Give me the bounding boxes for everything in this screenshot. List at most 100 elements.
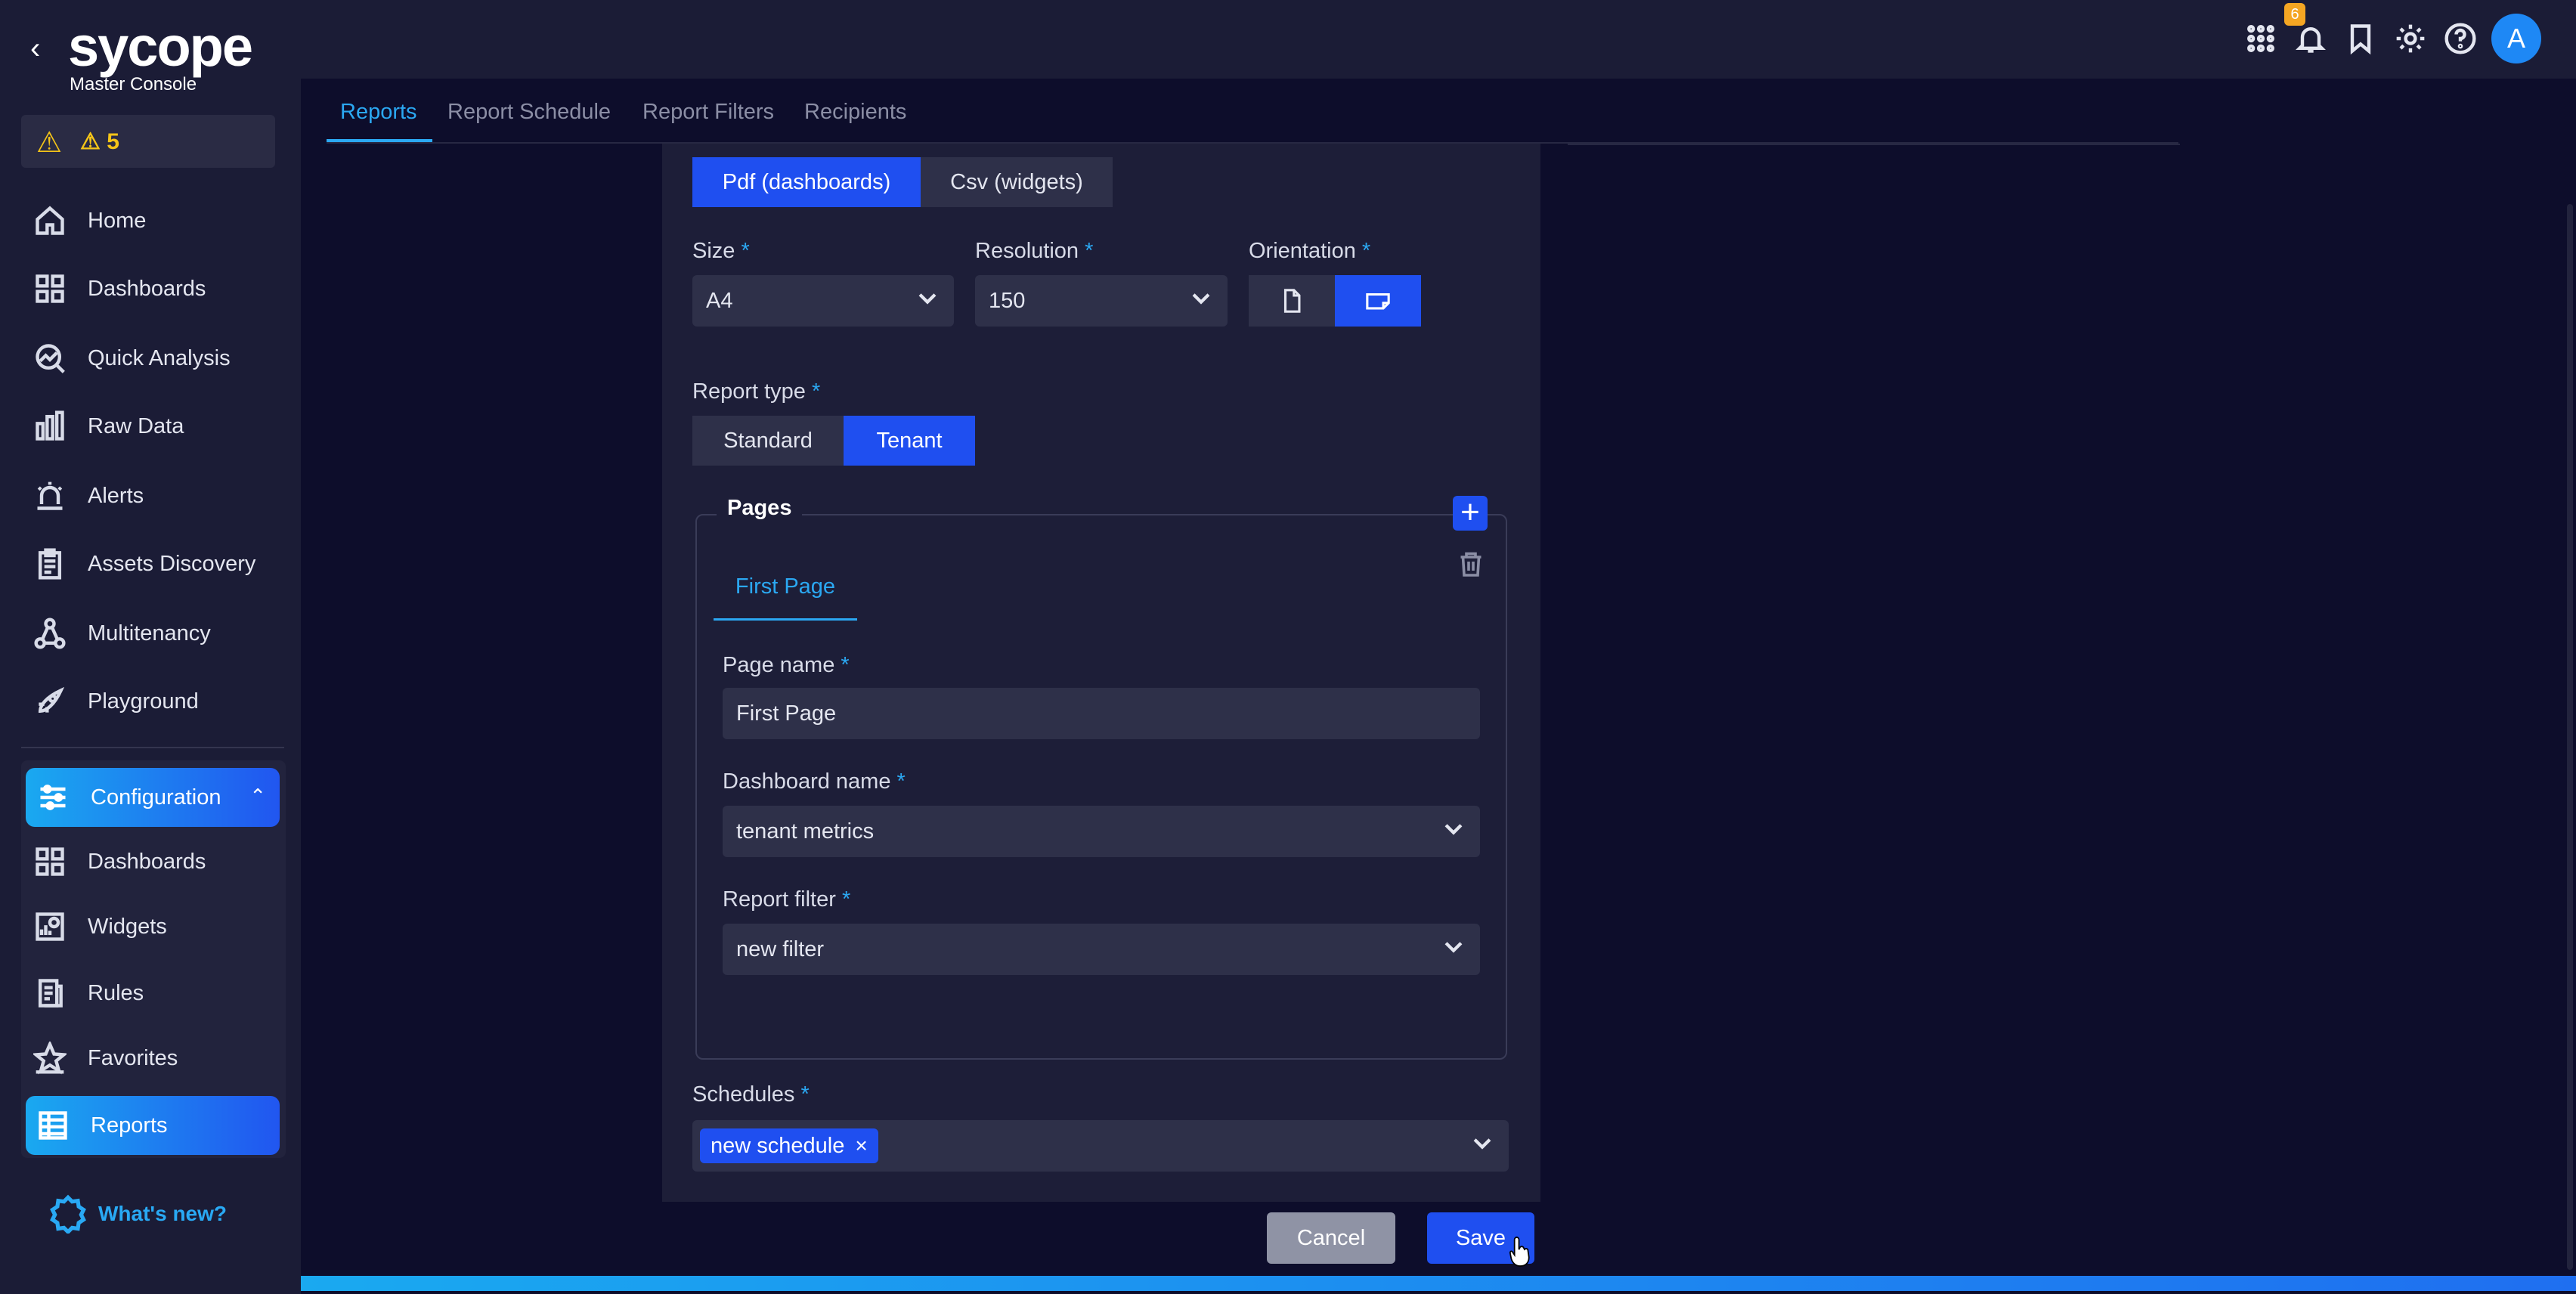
whats-new-link[interactable]: What's new? [48,1194,227,1234]
chevron-up-icon: ⌃ [249,785,266,807]
analysis-icon [33,342,67,375]
avatar[interactable]: A [2491,14,2541,63]
dashboard-name-value: tenant metrics [736,819,875,844]
chevron-down-icon [1441,933,1466,965]
bar-chart-icon [33,410,67,443]
rocket-icon [33,685,67,718]
sidebar-item-label: Playground [88,689,199,714]
rules-icon [33,977,67,1010]
sidebar-item-label: Assets Discovery [88,551,256,576]
clipboard-icon [33,547,67,580]
sidebar-item-label: Multitenancy [88,621,211,645]
sidebar-item-home[interactable]: Home [33,198,283,243]
top-bar [301,0,2576,79]
pages-legend: Pages [717,496,803,521]
sidebar-item-configuration[interactable]: Configuration ⌃ [26,768,280,827]
size-value: A4 [706,288,733,313]
schedules-label: Schedules * [692,1082,810,1107]
schedule-chip: new schedule × [700,1128,878,1163]
schedules-multiselect[interactable]: new schedule × [692,1120,1509,1172]
sidebar-item-dashboards[interactable]: Dashboards [33,266,283,311]
siren-icon [33,479,67,512]
logo-subtitle: Master Console [70,74,197,94]
tab-report-filters[interactable]: Report Filters [642,100,774,125]
sidebar-item-reports[interactable]: Reports [26,1096,280,1155]
landscape-option[interactable] [1335,275,1421,327]
trash-icon[interactable] [1457,549,1485,579]
divider-line [1568,144,2180,145]
whats-new-label: What's new? [98,1202,227,1225]
close-icon[interactable]: × [855,1134,867,1158]
sidebar-item-playground[interactable]: Playground [33,679,283,724]
report-filter-select[interactable]: new filter [723,924,1480,975]
report-type-tenant[interactable]: Tenant [844,416,975,466]
network-icon [33,617,67,650]
sidebar-item-alerts[interactable]: Alerts [33,473,283,519]
tab-report-schedule[interactable]: Report Schedule [447,100,611,125]
report-type-toggle: Standard Tenant [692,416,975,466]
chevron-down-icon [1188,285,1214,317]
sidebar-item-config-dashboards[interactable]: Dashboards [33,839,283,884]
sidebar-item-label: Reports [91,1113,168,1138]
resolution-select[interactable]: 150 [975,275,1228,327]
gear-icon[interactable] [2392,20,2429,57]
sidebar-item-label: Configuration [91,785,221,810]
resolution-label: Resolution * [975,239,1094,263]
page-tab-indicator [714,618,857,621]
cancel-button[interactable]: Cancel [1267,1212,1395,1264]
sidebar-item-label: Dashboards [88,276,206,301]
scrollbar[interactable] [2567,204,2573,1270]
report-type-label: Report type * [692,379,821,404]
alerts-indicator[interactable]: ⚠ ⚠ 5 [21,115,275,168]
sidebar-item-favorites[interactable]: Favorites [33,1036,283,1081]
report-type-standard[interactable]: Standard [692,416,844,466]
apps-grid-icon[interactable] [2242,20,2280,57]
back-arrow-icon[interactable]: ‹ [30,32,40,66]
star-icon [33,1042,67,1075]
hand-cursor-icon [1509,1235,1531,1268]
sliders-icon [36,781,70,814]
sidebar-item-label: Rules [88,980,144,1005]
page-tab-first[interactable]: First Page [714,574,857,620]
grid-icon [33,272,67,305]
sidebar-item-label: Home [88,208,147,233]
sidebar-item-rules[interactable]: Rules [33,970,283,1016]
chevron-down-icon [1441,816,1466,847]
add-page-button[interactable]: + [1453,496,1488,531]
format-toggle: Pdf (dashboards) Csv (widgets) [692,157,1113,207]
tab-reports[interactable]: Reports [340,100,417,125]
badge-new-icon [50,1194,86,1234]
dashboard-name-label: Dashboard name * [723,769,906,794]
chevron-down-icon [915,285,940,317]
sidebar-item-multitenancy[interactable]: Multitenancy [33,611,283,656]
help-icon[interactable] [2441,20,2479,57]
sidebar-item-assets-discovery[interactable]: Assets Discovery [33,541,283,587]
sidebar-item-quick-analysis[interactable]: Quick Analysis [33,336,283,381]
sidebar-item-label: Quick Analysis [88,345,231,370]
active-tab-indicator [327,139,432,142]
size-select[interactable]: A4 [692,275,954,327]
size-label: Size * [692,239,750,263]
format-pdf-option[interactable]: Pdf (dashboards) [692,157,921,207]
sidebar-item-label: Dashboards [88,849,206,874]
portrait-option[interactable] [1249,275,1335,327]
schedule-chip-label: new schedule [711,1133,845,1158]
bookmark-icon[interactable] [2342,20,2379,57]
sidebar-item-label: Raw Data [88,413,184,438]
table-icon [36,1109,70,1142]
resolution-value: 150 [989,288,1026,313]
report-filter-value: new filter [736,936,825,961]
logo: sycope [68,15,253,78]
notification-badge: 6 [2284,3,2305,26]
sidebar-item-widgets[interactable]: Widgets [33,904,283,949]
progress-bar [301,1276,2576,1291]
warning-icon: ⚠ [36,127,63,159]
page-name-input[interactable]: First Page [723,688,1480,739]
sidebar-item-raw-data[interactable]: Raw Data [33,404,283,449]
sidebar-item-label: Favorites [88,1045,178,1070]
format-csv-option[interactable]: Csv (widgets) [921,157,1113,207]
dashboard-name-select[interactable]: tenant metrics [723,806,1480,857]
tab-recipients[interactable]: Recipients [804,100,906,125]
orientation-toggle [1249,275,1421,327]
page-name-label: Page name * [723,653,850,677]
